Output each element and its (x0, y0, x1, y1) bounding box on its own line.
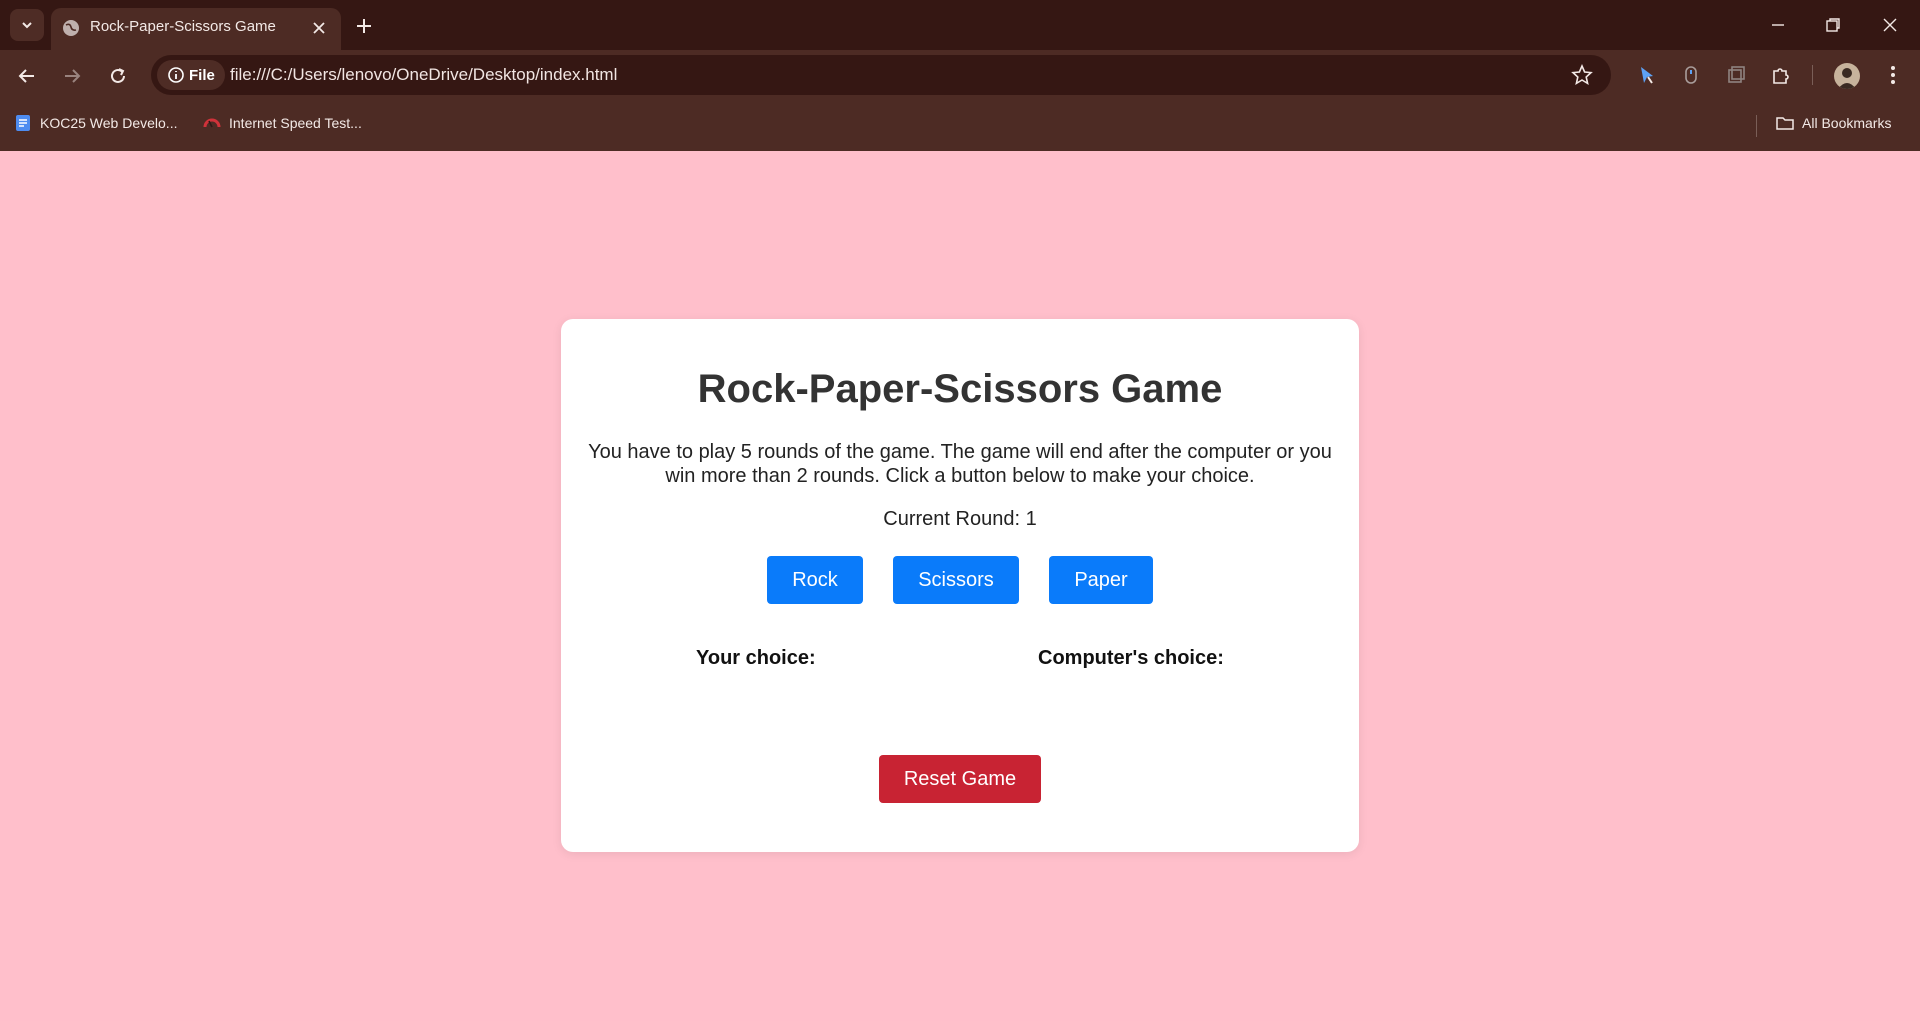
info-icon (168, 67, 184, 83)
cursor-extension-icon[interactable] (1634, 62, 1660, 88)
forward-icon[interactable] (59, 63, 85, 89)
tab-strip: Rock-Paper-Scissors Game (0, 0, 1920, 50)
folder-icon (1776, 117, 1794, 130)
more-menu-icon[interactable] (1880, 62, 1906, 88)
all-bookmarks-label: All Bookmarks (1802, 115, 1892, 131)
close-window-icon[interactable] (1877, 12, 1903, 38)
current-round: Current Round: 1 (883, 508, 1037, 530)
file-chip-label: File (189, 66, 215, 84)
toolbar-divider (1812, 65, 1813, 85)
your-choice-label: Your choice: (696, 647, 816, 669)
tab-manager-extension-icon[interactable] (1723, 62, 1749, 88)
globe-icon (63, 20, 79, 36)
rock-button[interactable]: Rock (767, 556, 863, 604)
address-bar[interactable]: File file:///C:/Users/lenovo/OneDrive/De… (151, 55, 1611, 95)
reload-icon[interactable] (105, 63, 131, 89)
all-bookmarks-button[interactable]: All Bookmarks (1776, 114, 1891, 132)
tab-search-button[interactable] (10, 9, 44, 41)
reset-game-button[interactable]: Reset Game (879, 755, 1041, 803)
profile-picture-icon (1838, 68, 1856, 89)
game-instructions: You have to play 5 rounds of the game. T… (588, 441, 1332, 487)
tab-title: Rock-Paper-Scissors Game (90, 18, 276, 35)
paper-button[interactable]: Paper (1049, 556, 1153, 604)
active-tab[interactable]: Rock-Paper-Scissors Game (51, 8, 341, 50)
extensions-puzzle-icon[interactable] (1768, 62, 1794, 88)
bookmark-koc25[interactable]: KOC25 Web Develo... (14, 114, 177, 132)
back-icon[interactable] (14, 63, 40, 89)
url-text[interactable]: file:///C:/Users/lenovo/OneDrive/Desktop… (230, 65, 617, 85)
scissors-button[interactable]: Scissors (893, 556, 1019, 604)
bookmark-star-icon[interactable] (1571, 64, 1593, 86)
computer-choice-label: Computer's choice: (1038, 647, 1224, 669)
page-title: Rock-Paper-Scissors Game (697, 367, 1223, 411)
bookmark-label: Internet Speed Test... (229, 115, 362, 131)
close-tab-icon[interactable] (309, 18, 329, 38)
bookmarks-divider (1756, 115, 1757, 137)
speedometer-icon (203, 118, 221, 128)
mouse-extension-icon[interactable] (1678, 62, 1704, 88)
site-info-chip[interactable]: File (157, 60, 225, 90)
restore-icon[interactable] (1820, 12, 1846, 38)
browser-toolbar: File file:///C:/Users/lenovo/OneDrive/De… (0, 50, 1920, 100)
docs-icon (16, 115, 30, 131)
minimize-icon[interactable] (1765, 12, 1791, 38)
bookmarks-bar: KOC25 Web Develo... Internet Speed Test.… (0, 100, 1920, 151)
profile-avatar[interactable] (1834, 63, 1860, 89)
chevron-down-icon (22, 22, 32, 29)
bookmark-speed-test[interactable]: Internet Speed Test... (203, 114, 362, 132)
bookmark-label: KOC25 Web Develo... (40, 115, 178, 131)
game-card: Rock-Paper-Scissors Game You have to pla… (561, 319, 1359, 852)
new-tab-icon[interactable] (352, 14, 376, 38)
